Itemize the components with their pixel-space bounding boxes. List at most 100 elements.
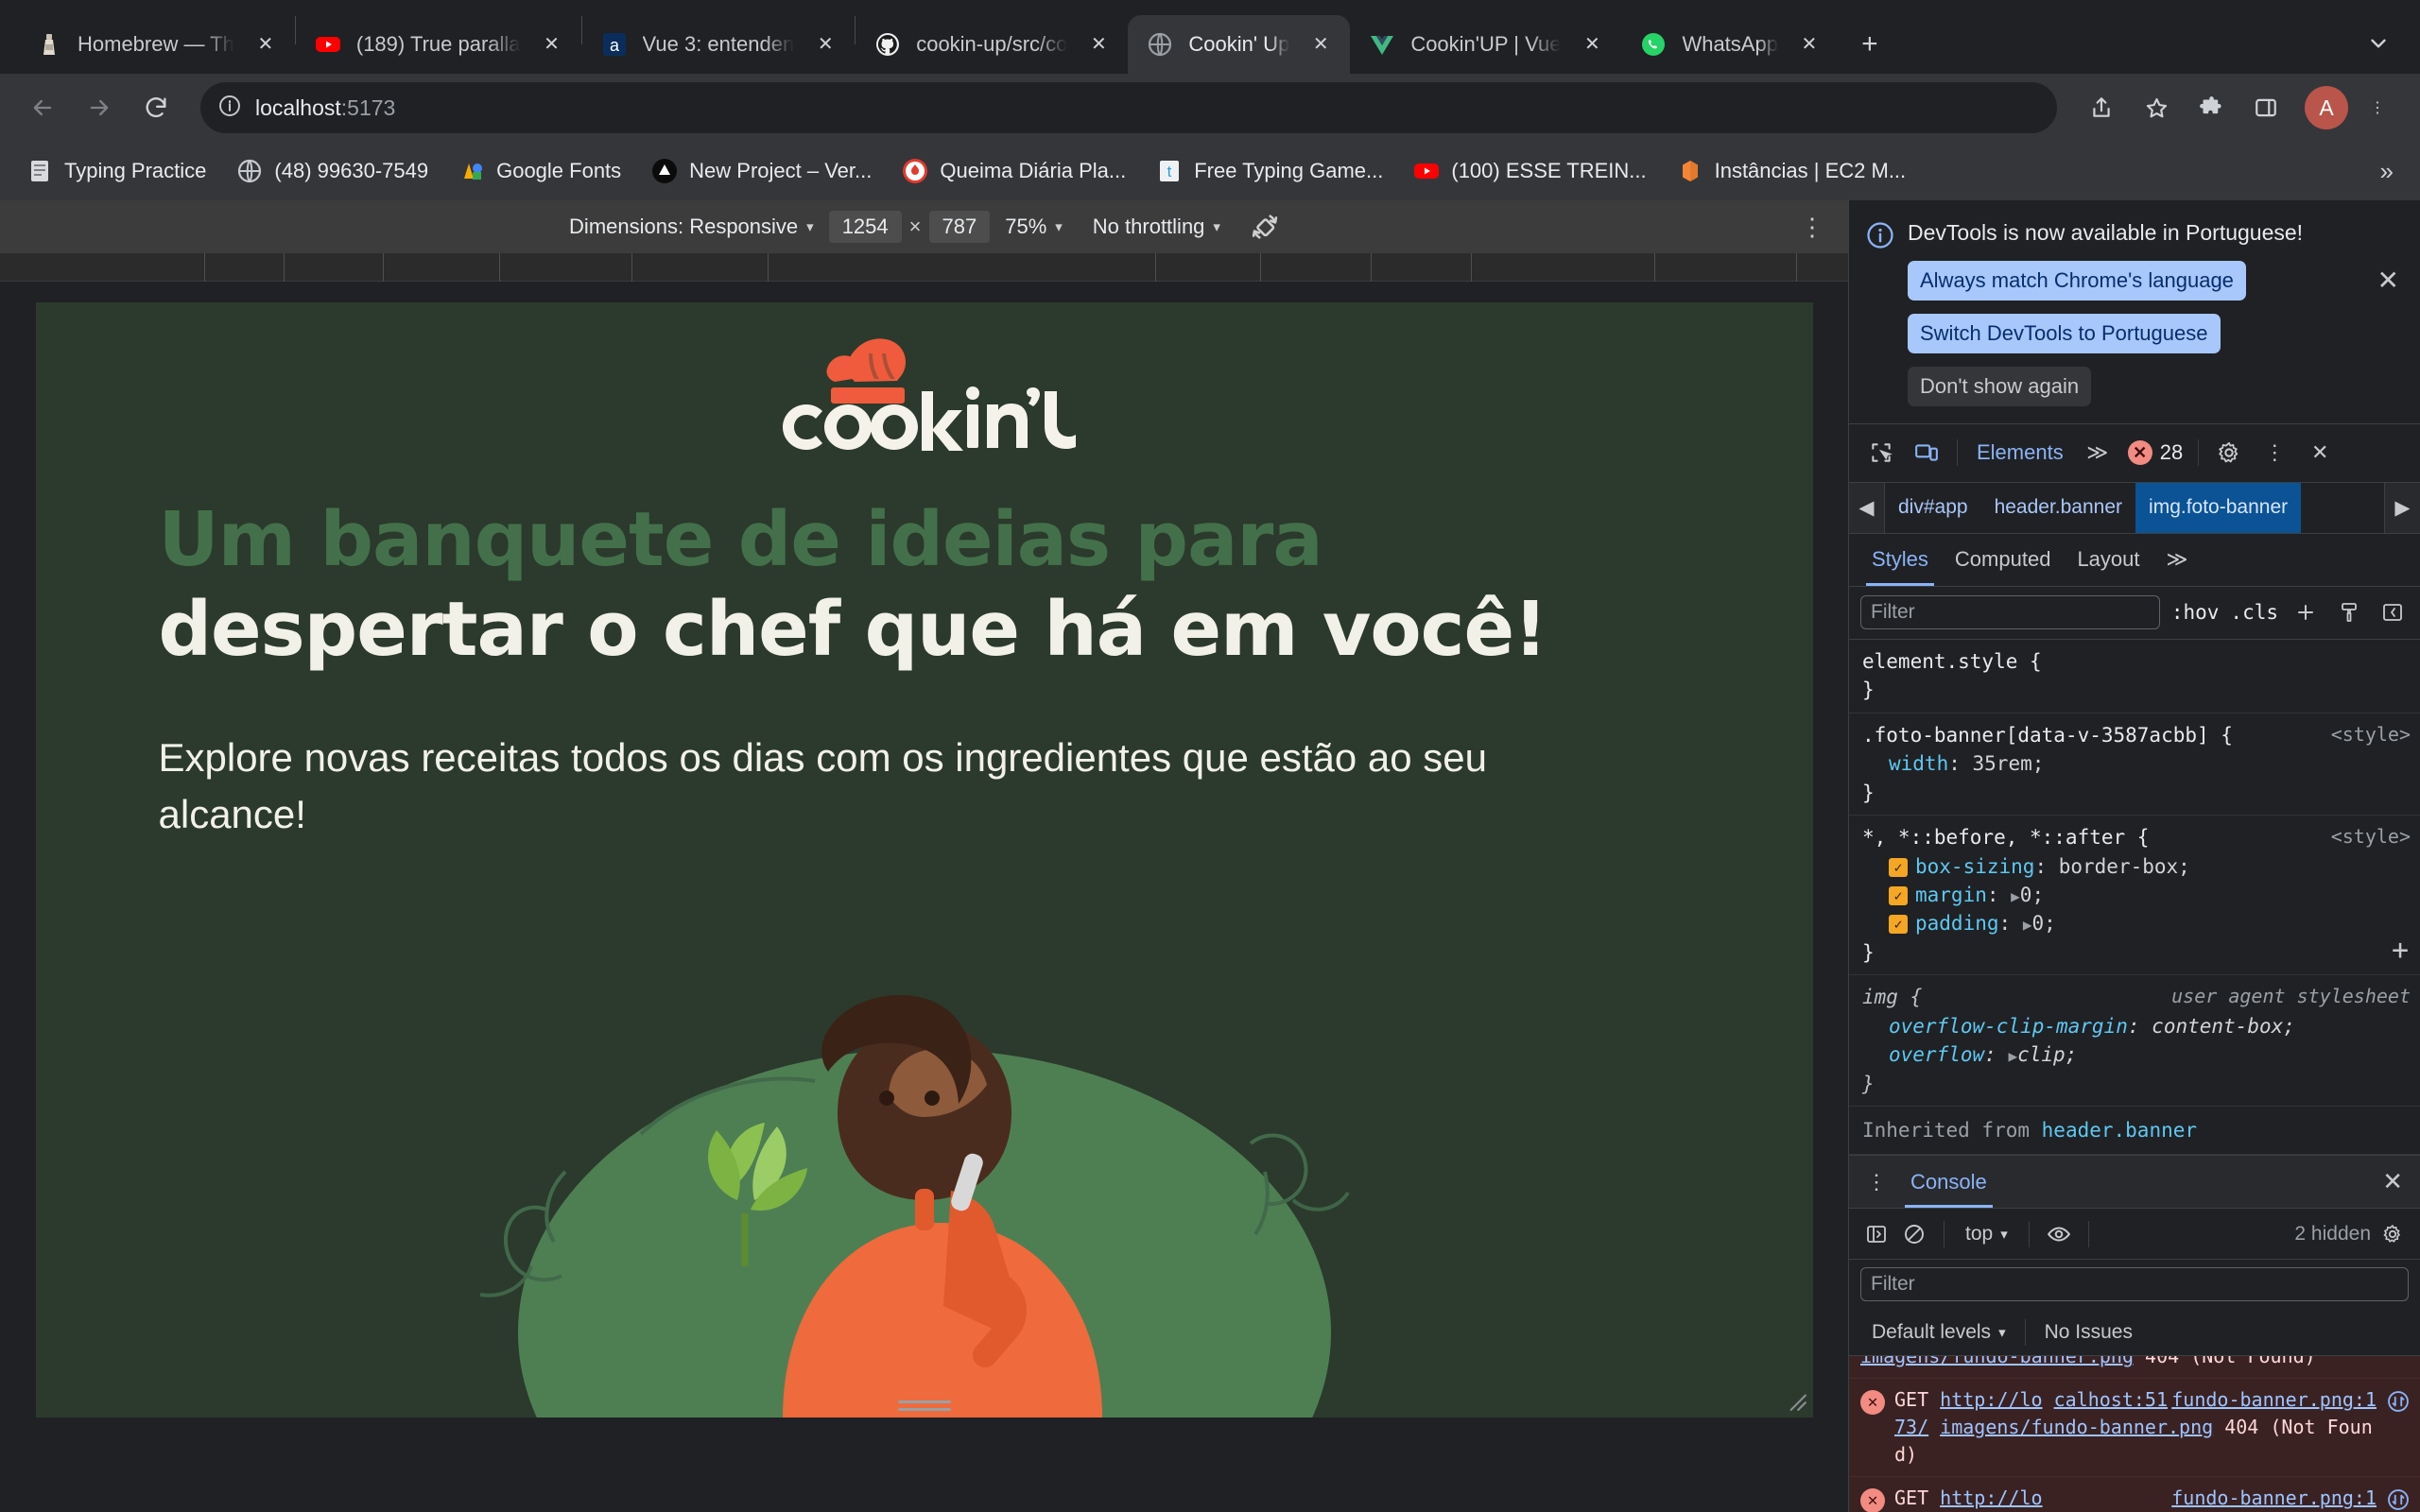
tab-computed[interactable]: Computed [1942,534,2065,586]
hov-toggle[interactable]: :hov [2171,601,2220,624]
expand-triangle-icon[interactable]: ▶ [2008,1047,2017,1065]
close-icon[interactable]: ✕ [1576,28,1608,60]
extensions-icon[interactable] [2186,82,2237,133]
forward-button[interactable] [74,82,125,133]
console-message[interactable]: ✕ GET http://lo fundo-banner.png:1 [1849,1477,2420,1512]
browser-tab-homebrew[interactable]: Homebrew — Th ✕ [17,15,295,74]
styles-more-tabs[interactable]: ≫ [2153,534,2202,586]
rotate-icon[interactable] [1249,211,1281,243]
switch-to-portuguese-button[interactable]: Switch DevTools to Portuguese [1908,313,2221,353]
share-icon[interactable] [2076,82,2127,133]
device-toolbar-icon[interactable] [1904,432,1949,473]
dimensions-dropdown[interactable]: Dimensions: Responsive ▾ [554,215,829,239]
always-match-language-button[interactable]: Always match Chrome's language [1908,260,2246,301]
css-declaration[interactable]: ✓ margin: ▶0; [1862,881,2407,909]
css-origin[interactable]: <style> [2331,823,2411,850]
bookmarks-overflow-button[interactable]: » [2367,157,2407,186]
add-declaration-button[interactable]: + [2392,930,2409,971]
console-message-source[interactable]: fundo-banner.png:1 [2171,1485,2377,1512]
css-declaration[interactable]: ✓ padding: ▶0; [1862,909,2407,937]
console-message-url-path[interactable]: imagens/fundo-banner.png [1940,1416,2213,1438]
bookmark-phone[interactable]: (48) 99630-7549 [223,150,441,192]
expand-triangle-icon[interactable]: ▶ [2023,916,2032,934]
expand-triangle-icon[interactable]: ▶ [2011,887,2020,905]
network-request-icon[interactable] [2386,1389,2411,1414]
side-panel-icon[interactable] [2240,82,2291,133]
browser-tab-alura[interactable]: a Vue 3: entenden ✕ [582,15,856,74]
emulated-viewport[interactable]: Um banquete de ideias para despertar o c… [35,302,1813,1418]
css-value[interactable]: 35rem; [1973,752,2045,775]
brush-icon[interactable] [2333,598,2365,627]
bookmark-queima-diaria[interactable]: Queima Diária Pla... [889,150,1139,192]
close-icon[interactable]: ✕ [2373,1167,2412,1196]
css-rule-element-style[interactable]: element.style { } [1849,640,2420,713]
browser-tab-cookin-up[interactable]: Cookin' Up ✕ [1128,15,1351,74]
bookmark-typing-practice[interactable]: Typing Practice [13,150,219,192]
breadcrumb-item-div-app[interactable]: div#app [1885,483,1981,533]
new-tab-button[interactable]: + [1848,23,1892,66]
gear-icon[interactable] [2206,432,2252,473]
close-icon[interactable]: ✕ [1793,28,1825,60]
browser-tab-whatsapp[interactable]: WhatsApp ✕ [1621,15,1839,74]
breadcrumb-item-img-foto-banner[interactable]: img.foto-banner [2135,482,2302,533]
breadcrumb-scroll-left[interactable]: ◀ [1849,482,1885,533]
viewport-corner-grip[interactable] [1783,1387,1807,1412]
console-message[interactable]: ✕ GET http://lo fundo-banner.png:1 calho… [1849,1379,2420,1478]
css-declaration[interactable]: ✓ box-sizing: border-box; [1862,852,2407,881]
cls-toggle[interactable]: .cls [2230,601,2278,624]
live-expression-icon[interactable] [2043,1220,2075,1248]
device-toolbar-menu-button[interactable]: ⋮ [1800,213,1825,242]
console-filter-input[interactable]: Filter [1860,1267,2409,1302]
css-value[interactable]: 0; [2020,884,2044,906]
avatar[interactable]: A [2305,86,2348,129]
bookmark-google-fonts[interactable]: Google Fonts [445,150,634,192]
bookmark-ec2-instances[interactable]: Instâncias | EC2 M... [1664,150,1920,192]
clear-console-icon[interactable] [1898,1220,1930,1248]
gear-icon[interactable] [2377,1220,2409,1248]
css-origin[interactable]: <style> [2331,721,2411,748]
close-icon[interactable]: ✕ [2370,261,2407,300]
dont-show-again-button[interactable]: Don't show again [1908,366,2092,406]
bookmark-new-project[interactable]: New Project – Ver... [638,150,885,192]
browser-tab-cookinup-vue[interactable]: Cookin'UP | Vue ✕ [1350,15,1621,74]
viewport-width-input[interactable]: 1254 [828,211,902,243]
css-rule-img-user-agent[interactable]: img { user agent stylesheet overflow-cli… [1849,975,2420,1108]
sidebar-icon[interactable] [2377,598,2409,627]
tab-layout[interactable]: Layout [2064,534,2152,586]
more-tabs-button[interactable]: ≫ [2075,432,2120,473]
declaration-checkbox[interactable]: ✓ [1889,915,1908,935]
chevron-down-icon[interactable] [2354,19,2403,68]
browser-menu-button[interactable]: ⋮ [2352,82,2403,133]
css-value[interactable]: 0; [2031,912,2055,935]
console-message[interactable]: imagens/fundo-banner.png 404 (Not Found) [1849,1356,2420,1380]
console-message-url[interactable]: http://lo [1940,1486,2042,1509]
back-button[interactable] [17,82,68,133]
close-icon[interactable]: ✕ [809,28,841,60]
css-value[interactable]: border-box; [2059,855,2190,878]
zoom-dropdown[interactable]: 75% ▾ [990,215,1078,239]
tab-elements[interactable]: Elements [1965,440,2075,465]
console-message-url[interactable]: http://lo [1940,1388,2042,1411]
console-message-url[interactable]: imagens/fundo-banner.png [1860,1356,2134,1367]
styles-filter-input[interactable]: Filter [1860,595,2160,630]
css-rule-universal-reset[interactable]: *, *::before, *::after { <style> ✓ box-si… [1849,816,2420,976]
breadcrumb-item-header-banner[interactable]: header.banner [1981,483,2135,533]
console-message-source[interactable]: fundo-banner.png:1 [2171,1386,2377,1414]
tab-console[interactable]: Console [1897,1156,2000,1209]
bookmark-esse-trein[interactable]: (100) ESSE TREIN... [1400,150,1659,192]
drawer-menu-button[interactable]: ⋮ [1857,1170,1897,1194]
close-icon[interactable]: ✕ [1305,28,1337,60]
browser-tab-youtube[interactable]: (189) True paralla ✕ [296,15,581,74]
close-icon[interactable]: ✕ [250,28,282,60]
tab-styles[interactable]: Styles [1858,534,1942,586]
declaration-checkbox[interactable]: ✓ [1889,857,1908,877]
browser-tab-github[interactable]: cookin-up/src/co ✕ [856,15,1128,74]
inherited-source[interactable]: header.banner [2042,1119,2197,1142]
viewport-height-input[interactable]: 787 [928,211,991,243]
error-count-badge[interactable]: ✕ 28 [2120,440,2190,466]
site-info-icon[interactable] [217,94,242,123]
bookmark-free-typing-game[interactable]: t Free Typing Game... [1143,150,1396,192]
network-request-icon[interactable] [2386,1487,2411,1512]
css-declaration[interactable]: width: 35rem; [1862,749,2407,778]
console-sidebar-icon[interactable] [1860,1220,1893,1248]
